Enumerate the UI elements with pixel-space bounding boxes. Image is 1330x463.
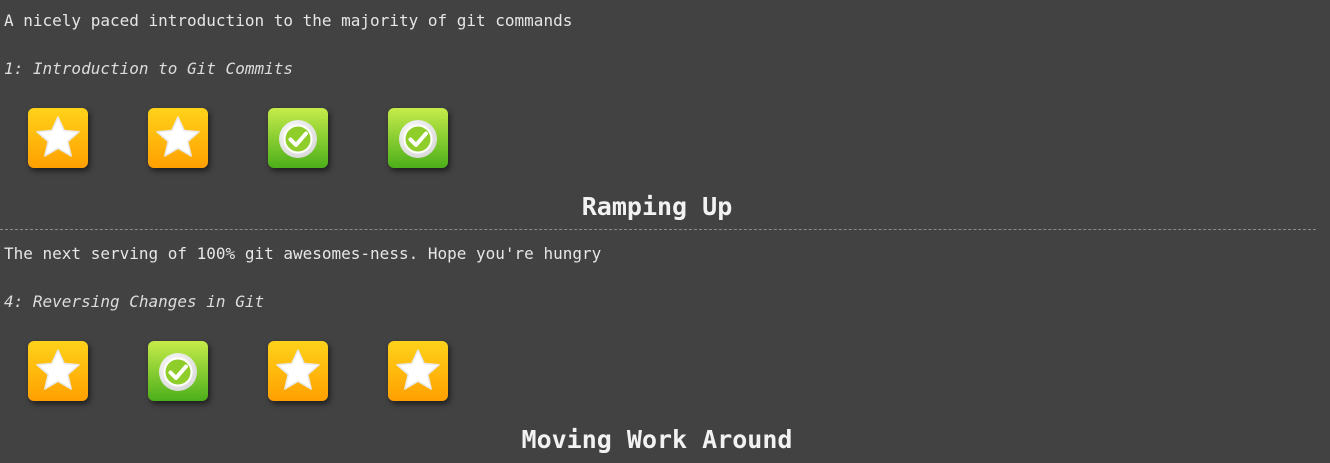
check-icon bbox=[388, 108, 448, 168]
sequence-level-name: 4: Reversing Changes in Git bbox=[4, 292, 265, 311]
sequence-title: Ramping Up bbox=[581, 192, 733, 221]
star-icon bbox=[268, 341, 328, 401]
level-select-page: A nicely paced introduction to the major… bbox=[0, 0, 1330, 463]
sequence-title: Moving Work Around bbox=[521, 425, 793, 454]
level-button[interactable] bbox=[388, 341, 448, 401]
star-icon bbox=[148, 108, 208, 168]
level-button[interactable] bbox=[268, 108, 328, 168]
sequence-description: The next serving of 100% git awesomes-ne… bbox=[4, 244, 602, 263]
star-icon bbox=[388, 341, 448, 401]
level-button[interactable] bbox=[148, 108, 208, 168]
level-button[interactable] bbox=[148, 341, 208, 401]
star-icon bbox=[28, 341, 88, 401]
level-button[interactable] bbox=[388, 108, 448, 168]
level-button[interactable] bbox=[268, 341, 328, 401]
sequence-description: A nicely paced introduction to the major… bbox=[4, 11, 573, 30]
level-button[interactable] bbox=[28, 341, 88, 401]
star-icon bbox=[28, 108, 88, 168]
check-icon bbox=[148, 341, 208, 401]
divider bbox=[0, 229, 1316, 230]
level-button[interactable] bbox=[28, 108, 88, 168]
check-icon bbox=[268, 108, 328, 168]
sequence-level-name: 1: Introduction to Git Commits bbox=[4, 59, 293, 78]
